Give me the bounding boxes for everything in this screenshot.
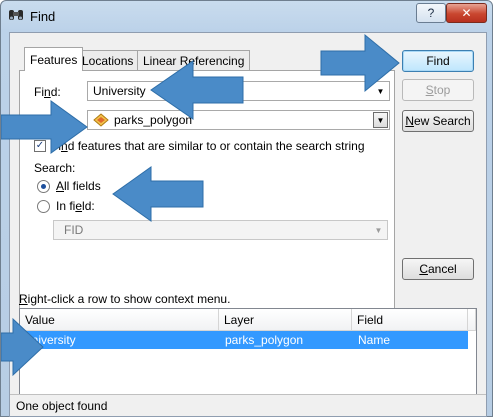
in-field-radio[interactable] — [37, 200, 50, 213]
close-button[interactable]: ✕ — [446, 3, 487, 23]
column-header-layer[interactable]: Layer — [219, 309, 352, 331]
similar-checkbox[interactable]: ✓ — [34, 140, 46, 152]
table-row[interactable]: University parks_polygon Name — [20, 331, 468, 349]
field-select[interactable]: FID ▼ — [53, 220, 388, 240]
column-header-field[interactable]: Field — [352, 309, 468, 331]
cancel-button[interactable]: Cancel — [402, 258, 474, 280]
tab-linear-referencing[interactable]: Linear Referencing — [137, 50, 251, 70]
chevron-down-icon[interactable]: ▼ — [373, 112, 388, 128]
dialog-client: Features Locations Linear Referencing Fi… — [9, 32, 487, 417]
chevron-down-icon[interactable]: ▼ — [370, 221, 387, 239]
window-title: Find — [30, 9, 56, 24]
features-panel: Find: University ▼ parks_polygon ▼ ✓ Fin… — [19, 70, 395, 310]
results-hint: Right-click a row to show context menu. — [19, 292, 231, 306]
all-fields-label: All fields — [56, 179, 101, 193]
column-header-filler — [468, 309, 476, 331]
similar-checkbox-label: Find features that are similar to or con… — [51, 139, 365, 153]
find-dialog-window: Find ? ✕ Features Locations Linear Refer… — [0, 0, 493, 417]
layer-select[interactable]: parks_polygon ▼ — [87, 110, 390, 130]
help-button[interactable]: ? — [416, 3, 446, 23]
all-fields-radio[interactable] — [37, 180, 50, 193]
cell-value: University — [23, 333, 76, 347]
results-list[interactable]: Value Layer Field University parks_polyg… — [19, 308, 477, 408]
tab-locations[interactable]: Locations — [76, 50, 140, 70]
find-label: Find: — [34, 85, 61, 99]
column-header-value[interactable]: Value — [20, 309, 219, 331]
cell-layer: parks_polygon — [225, 333, 304, 347]
tab-features[interactable]: Features — [24, 47, 84, 71]
stop-button[interactable]: Stop — [402, 79, 474, 101]
status-text: One object found — [16, 399, 108, 413]
search-label: Search: — [34, 161, 76, 175]
cell-field: Name — [358, 333, 391, 347]
new-search-button[interactable]: New Search — [402, 110, 474, 132]
find-button[interactable]: Find — [402, 50, 474, 72]
status-bar: One object found — [10, 394, 486, 416]
chevron-down-icon[interactable]: ▼ — [372, 82, 389, 100]
binoculars-icon — [9, 10, 23, 20]
in-field-label: In field: — [56, 199, 95, 213]
polygon-layer-icon — [93, 113, 109, 127]
find-input[interactable]: University ▼ — [87, 81, 390, 101]
title-bar[interactable]: Find ? ✕ — [1, 1, 492, 31]
